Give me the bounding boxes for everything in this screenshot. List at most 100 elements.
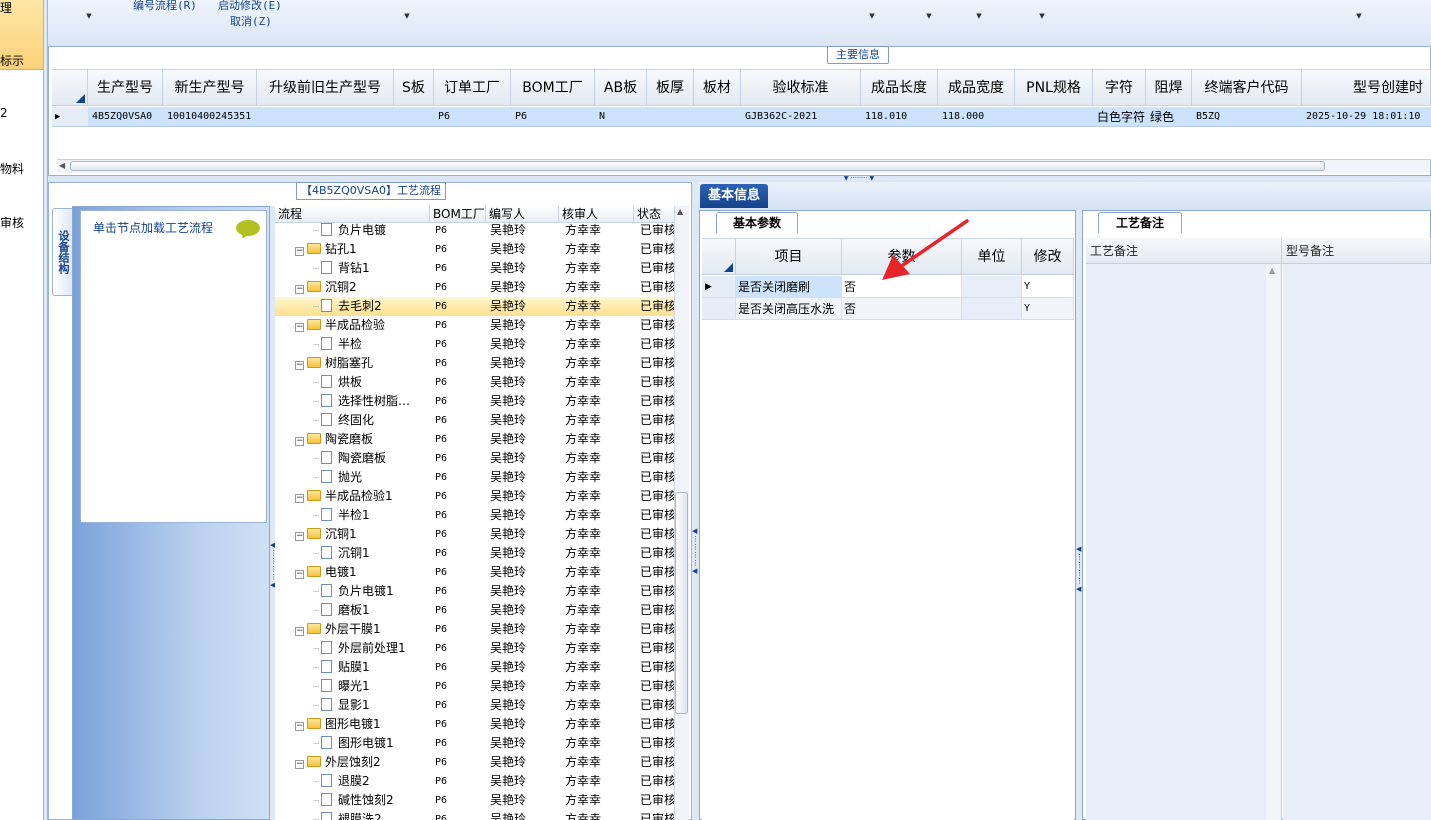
table-cell[interactable] [647, 107, 694, 127]
tree-node[interactable]: ┈ 贴膜1 [313, 658, 430, 677]
tree-cell-bom[interactable]: P6 [435, 658, 485, 677]
left-nav-item[interactable]: 物料 [0, 160, 24, 177]
tree-cell-writer[interactable]: 吴艳玲 [490, 297, 558, 316]
tree-row[interactable]: ┈ 背钻1 P6 吴艳玲 方幸幸 已审核 [275, 259, 676, 278]
tree-node[interactable]: ┈ 烘板 [313, 373, 430, 392]
tree-node[interactable]: ┈ 图形电镀1 [313, 734, 430, 753]
tree-node[interactable]: − 外层蚀刻2 [295, 753, 430, 772]
tree-cell-writer[interactable]: 吴艳玲 [490, 544, 558, 563]
tree-cell-bom[interactable]: P6 [435, 582, 485, 601]
dropdown-arrow-icon[interactable]: ▼ [867, 12, 877, 20]
tree-cell-writer[interactable]: 吴艳玲 [490, 620, 558, 639]
splitter-grip-icon[interactable]: ◀ ⋮ ⋮ ⋮ ⋮ ◀ [692, 527, 699, 575]
tree-row[interactable]: − 沉铜1 P6 吴艳玲 方幸幸 已审核 [275, 525, 676, 544]
tree-node[interactable]: − 外层干膜1 [295, 620, 430, 639]
tree-row[interactable]: ┈ 碱性蚀刻2 P6 吴艳玲 方幸幸 已审核 [275, 791, 676, 810]
col-header[interactable]: 项目 [736, 239, 842, 275]
tree-cell-writer[interactable]: 吴艳玲 [490, 316, 558, 335]
tree-cell-reviewer[interactable]: 方幸幸 [565, 563, 633, 582]
table-cell[interactable]: P6 [434, 107, 511, 127]
param-modify[interactable]: Y [1022, 298, 1074, 320]
side-tab-structure[interactable]: 设备结构 [52, 208, 74, 296]
tree-row[interactable]: ┈ 退膜2 P6 吴艳玲 方幸幸 已审核 [275, 772, 676, 791]
tree-cell-reviewer[interactable]: 方幸幸 [565, 373, 633, 392]
tree-row[interactable]: ┈ 外层前处理1 P6 吴艳玲 方幸幸 已审核 [275, 639, 676, 658]
col-header[interactable]: 成品宽度 [938, 70, 1015, 106]
tree-cell-bom[interactable]: P6 [435, 563, 485, 582]
param-item[interactable]: 是否关闭高压水洗 [736, 298, 842, 320]
tree-node[interactable]: − 电镀1 [295, 563, 430, 582]
tree-row[interactable]: ┈ 显影1 P6 吴艳玲 方幸幸 已审核 [275, 696, 676, 715]
tree-cell-writer[interactable]: 吴艳玲 [490, 430, 558, 449]
tree-cell-bom[interactable]: P6 [435, 297, 485, 316]
dropdown-arrow-icon[interactable]: ▼ [1037, 12, 1047, 20]
tree-cell-reviewer[interactable]: 方幸幸 [565, 449, 633, 468]
tree-row[interactable]: ┈ 选择性树脂… P6 吴艳玲 方幸幸 已审核 [275, 392, 676, 411]
scroll-up-icon[interactable]: ▲ [677, 207, 683, 216]
tree-cell-writer[interactable]: 吴艳玲 [490, 392, 558, 411]
tree-row[interactable]: ┈ 烘板 P6 吴艳玲 方幸幸 已审核 [275, 373, 676, 392]
collapse-icon[interactable]: − [295, 247, 304, 256]
tree-cell-reviewer[interactable]: 方幸幸 [565, 240, 633, 259]
tree-node[interactable]: ┈ 负片电镀1 [313, 582, 430, 601]
tree-row[interactable]: − 半成品检验 P6 吴艳玲 方幸幸 已审核 [275, 316, 676, 335]
tree-cell-bom[interactable]: P6 [435, 240, 485, 259]
tree-cell-reviewer[interactable]: 方幸幸 [565, 506, 633, 525]
tree-cell-bom[interactable]: P6 [435, 449, 485, 468]
tree-cell-writer[interactable]: 吴艳玲 [490, 791, 558, 810]
left-nav-item[interactable]: 理 [0, 0, 12, 16]
tree-node[interactable]: ┈ 负片电镀 [313, 221, 430, 240]
col-header[interactable]: 新生产型号 [163, 70, 257, 106]
tree-cell-writer[interactable]: 吴艳玲 [490, 753, 558, 772]
col-header[interactable]: 型号创建时 [1302, 70, 1431, 106]
cancel-button[interactable]: 取消(Z) [230, 13, 272, 29]
tree-cell-writer[interactable]: 吴艳玲 [490, 468, 558, 487]
tab-basic-params[interactable]: 基本参数 [716, 212, 798, 233]
col-header[interactable]: 修改 [1022, 239, 1074, 275]
start-modify-button[interactable]: 启动修改(E) [218, 0, 282, 13]
tree-node[interactable]: ┈ 抛光 [313, 468, 430, 487]
col-header[interactable]: 阻焊 [1146, 70, 1192, 106]
tree-cell-writer[interactable]: 吴艳玲 [490, 810, 558, 820]
tree-row[interactable]: ┈ 半检 P6 吴艳玲 方幸幸 已审核 [275, 335, 676, 354]
table-cell[interactable]: 4B5ZQ0VSA0 [88, 107, 163, 127]
tree-cell-writer[interactable]: 吴艳玲 [490, 677, 558, 696]
tree-row[interactable]: ┈ 沉铜1 P6 吴艳玲 方幸幸 已审核 [275, 544, 676, 563]
tree-cell-bom[interactable]: P6 [435, 753, 485, 772]
tree-cell-bom[interactable]: P6 [435, 620, 485, 639]
collapse-icon[interactable]: − [295, 722, 304, 731]
tree-cell-reviewer[interactable]: 方幸幸 [565, 468, 633, 487]
col-header[interactable]: 成品长度 [861, 70, 938, 106]
tree-node[interactable]: ┈ 去毛刺2 [313, 297, 430, 316]
col-header[interactable]: 板材 [694, 70, 741, 106]
tree-node[interactable]: ┈ 退膜2 [313, 772, 430, 791]
tree-row[interactable]: − 树脂塞孔 P6 吴艳玲 方幸幸 已审核 [275, 354, 676, 373]
notes-scrollbar[interactable]: ▲ [1266, 264, 1280, 820]
table-cell[interactable]: 白色字符 [1093, 107, 1146, 127]
tree-cell-bom[interactable]: P6 [435, 525, 485, 544]
collapse-icon[interactable]: − [295, 570, 304, 579]
tree-node[interactable]: − 树脂塞孔 [295, 354, 430, 373]
tree-node[interactable]: ┈ 外层前处理1 [313, 639, 430, 658]
collapse-icon[interactable]: − [295, 532, 304, 541]
tree-row[interactable]: − 图形电镀1 P6 吴艳玲 方幸幸 已审核 [275, 715, 676, 734]
tree-cell-reviewer[interactable]: 方幸幸 [565, 658, 633, 677]
tree-cell-bom[interactable]: P6 [435, 221, 485, 240]
tree-cell-writer[interactable]: 吴艳玲 [490, 449, 558, 468]
tree-cell-writer[interactable]: 吴艳玲 [490, 525, 558, 544]
table-cell[interactable]: 2025-10-29 18:01:10 [1302, 107, 1431, 127]
table-cell[interactable] [257, 107, 394, 127]
tree-row[interactable]: − 外层蚀刻2 P6 吴艳玲 方幸幸 已审核 [275, 753, 676, 772]
tree-row[interactable]: ┈ 去毛刺2 P6 吴艳玲 方幸幸 已审核 [275, 297, 676, 316]
tree-cell-writer[interactable]: 吴艳玲 [490, 582, 558, 601]
vertical-scroll-thumb[interactable] [675, 492, 688, 714]
collapse-icon[interactable]: − [295, 285, 304, 294]
tree-cell-bom[interactable]: P6 [435, 487, 485, 506]
tree-cell-writer[interactable]: 吴艳玲 [490, 278, 558, 297]
col-header[interactable]: AB板 [595, 70, 647, 106]
tree-node[interactable]: ┈ 褪膜洗2 [313, 810, 430, 820]
tree-cell-bom[interactable]: P6 [435, 411, 485, 430]
collapse-icon[interactable]: − [295, 760, 304, 769]
tab-basic-info[interactable]: 基本信息 [700, 184, 768, 208]
collapse-icon[interactable]: − [295, 494, 304, 503]
